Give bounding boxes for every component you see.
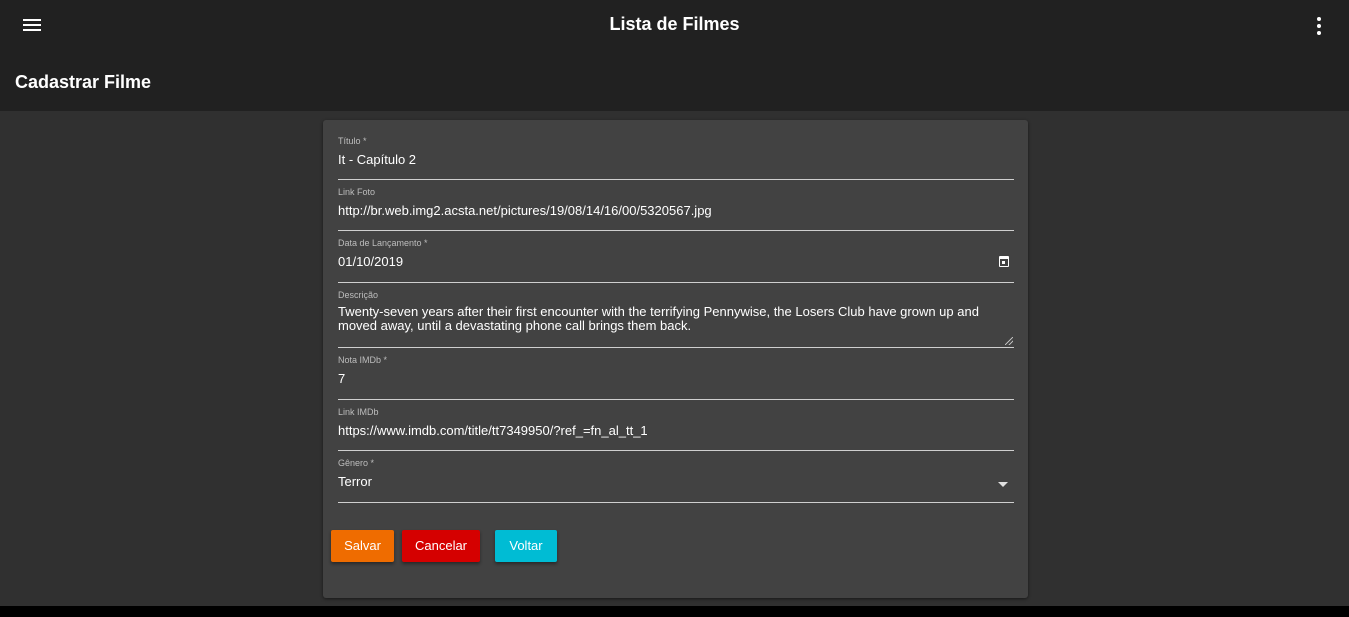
genre-select[interactable]: Terror	[338, 473, 1014, 491]
release-date-field[interactable]: Data de Lançamento * 01/10/2019	[338, 237, 1014, 283]
description-field[interactable]: Descrição Twenty-seven years after their…	[338, 289, 1014, 348]
release-date-label: Data de Lançamento *	[338, 238, 428, 248]
title-input[interactable]: It - Capítulo 2	[338, 151, 1014, 169]
more-vert-icon[interactable]	[1309, 15, 1329, 37]
imdb-rating-input[interactable]: 7	[338, 370, 1014, 388]
photo-link-label: Link Foto	[338, 187, 376, 197]
app-bar: Lista de Filmes Cadastrar Filme	[0, 0, 1349, 111]
title-field[interactable]: Título * It - Capítulo 2	[338, 135, 1014, 180]
photo-link-input[interactable]: http://br.web.img2.acsta.net/pictures/19…	[338, 202, 1014, 220]
page-title: Cadastrar Filme	[15, 72, 152, 92]
bottom-strip	[0, 606, 1349, 617]
imdb-rating-field[interactable]: Nota IMDb * 7	[338, 354, 1014, 400]
photo-link-field[interactable]: Link Foto http://br.web.img2.acsta.net/p…	[338, 186, 1014, 231]
main-content: Título * It - Capítulo 2 Link Foto http:…	[0, 111, 1349, 606]
description-label: Descrição	[338, 290, 379, 300]
description-textarea[interactable]: Twenty-seven years after their first enc…	[338, 305, 1014, 335]
imdb-link-field[interactable]: Link IMDb https://www.imdb.com/title/tt7…	[338, 406, 1014, 451]
imdb-link-input[interactable]: https://www.imdb.com/title/tt7349950/?re…	[338, 422, 1014, 440]
release-date-input[interactable]: 01/10/2019	[338, 253, 1014, 271]
genre-select-field[interactable]: Gênero * Terror	[338, 457, 1014, 503]
back-button[interactable]: Voltar	[495, 530, 557, 562]
movie-form: Título * It - Capítulo 2 Link Foto http:…	[323, 120, 1028, 598]
save-button[interactable]: Salvar	[331, 530, 394, 562]
title-label: Título *	[338, 136, 367, 146]
imdb-link-label: Link IMDb	[338, 407, 379, 417]
genre-label: Gênero *	[338, 458, 375, 468]
app-title: Lista de Filmes	[609, 14, 740, 34]
resize-handle-icon[interactable]	[1005, 337, 1013, 345]
imdb-rating-label: Nota IMDb *	[338, 355, 388, 365]
arrow-drop-down-icon[interactable]	[998, 482, 1008, 487]
cancel-button[interactable]: Cancelar	[402, 530, 480, 562]
calendar-icon[interactable]	[999, 256, 1009, 267]
